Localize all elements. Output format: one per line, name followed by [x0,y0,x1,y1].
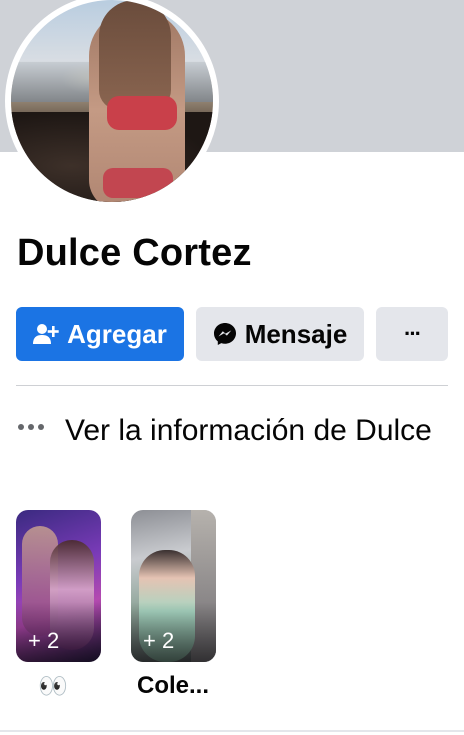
section-separator [0,730,464,732]
profile-picture-swimsuit-bottom [103,168,173,198]
highlight-1-count: + 2 [28,628,60,653]
message-label: Mensaje [244,318,348,349]
profile-picture-hair [99,0,171,110]
add-friend-button[interactable]: Agregar [16,307,184,361]
more-options-label: ··· [404,321,422,346]
highlight-2-count: + 2 [143,628,175,653]
profile-name: Dulce Cortez [17,232,252,274]
highlight-2-label[interactable]: Cole... [137,672,209,700]
add-friend-label: Agregar [67,318,167,349]
more-dots-icon [18,422,48,432]
see-info-text: Ver la información de Dulce [65,414,432,447]
more-options-button[interactable]: ··· [376,307,448,361]
highlight-1-label[interactable]: 👀 [38,672,68,701]
divider [16,385,448,386]
highlight-card-1[interactable]: + 2 [16,510,101,662]
messenger-icon [213,322,237,346]
profile-picture-swimsuit-top [107,96,177,130]
profile-picture[interactable] [11,0,213,202]
message-button[interactable]: Mensaje [196,307,364,361]
highlight-card-2[interactable]: + 2 [131,510,216,662]
add-friend-icon [33,323,59,345]
